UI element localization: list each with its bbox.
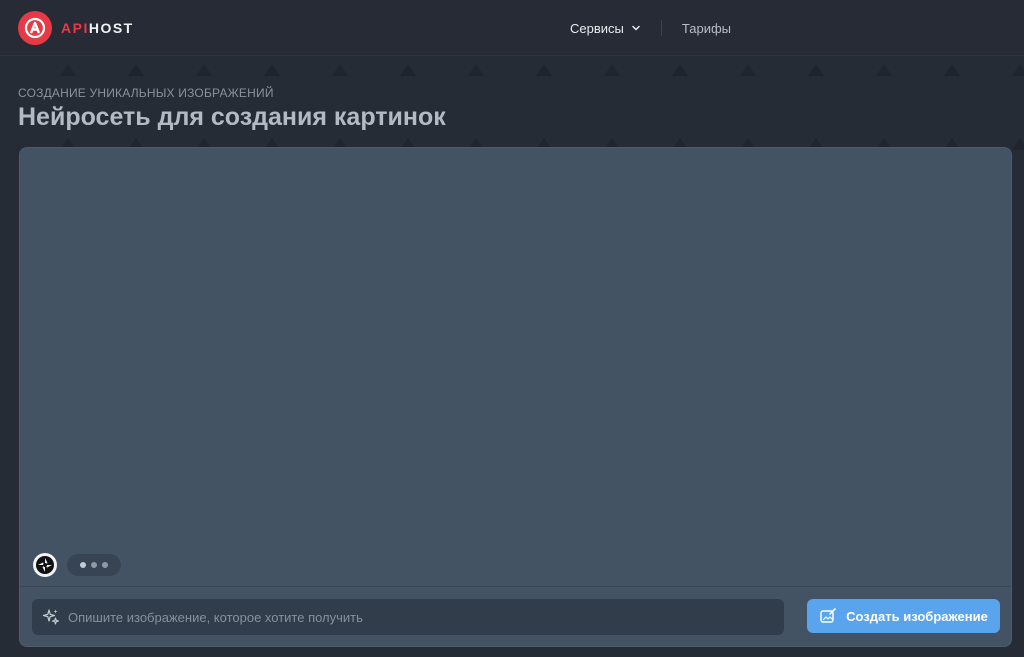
main-nav: Сервисы Тарифы [570, 20, 731, 36]
brand-name-part2: HOST [88, 20, 134, 36]
nav-item-services[interactable]: Сервисы [570, 21, 641, 36]
lock-letter-a-icon [18, 11, 52, 45]
pattern-triangle [740, 64, 756, 76]
pattern-triangle [1012, 138, 1024, 150]
background-pattern [0, 64, 1024, 78]
aperture-icon [33, 553, 57, 577]
typing-dot [80, 562, 86, 568]
site-header: APIHOST Сервисы Тарифы [0, 0, 1024, 56]
sparkles-icon [42, 609, 60, 625]
brand-logo[interactable]: APIHOST [18, 11, 134, 45]
pattern-triangle [264, 64, 280, 76]
brand-name-part1: API [61, 20, 89, 36]
pattern-triangle [400, 64, 416, 76]
nav-item-services-label: Сервисы [570, 20, 624, 36]
pattern-triangle [332, 64, 348, 76]
typing-dot [102, 562, 108, 568]
pattern-triangle [672, 64, 688, 76]
pattern-triangle [468, 64, 484, 76]
image-edit-icon [819, 607, 837, 625]
pattern-triangle [876, 64, 892, 76]
prompt-input[interactable] [68, 609, 748, 625]
create-image-button-label: Создать изображение [846, 608, 988, 624]
nav-item-pricing-label: Тарифы [681, 20, 731, 36]
typing-dots-icon [67, 554, 121, 576]
pattern-triangle [60, 64, 76, 76]
composer-divider [20, 586, 1011, 587]
page-subtitle: СОЗДАНИЕ УНИКАЛЬНЫХ ИЗОБРАЖЕНИЙ [18, 86, 274, 100]
brand-name: APIHOST [61, 20, 134, 36]
pattern-triangle [604, 64, 620, 76]
pattern-triangle [536, 64, 552, 76]
create-image-button[interactable]: Создать изображение [807, 599, 1000, 633]
page-title: Нейросеть для создания картинок [18, 103, 446, 131]
nav-divider [660, 20, 662, 36]
image-generator-panel: Создать изображение [19, 147, 1012, 647]
nav-item-pricing[interactable]: Тарифы [682, 21, 731, 36]
pattern-triangle [808, 64, 824, 76]
pattern-triangle [944, 64, 960, 76]
prompt-field[interactable] [32, 599, 784, 635]
chevron-down-icon [632, 25, 640, 31]
pattern-triangle [1012, 64, 1024, 76]
typing-dot [91, 562, 97, 568]
pattern-triangle [196, 64, 212, 76]
pattern-triangle [128, 64, 144, 76]
